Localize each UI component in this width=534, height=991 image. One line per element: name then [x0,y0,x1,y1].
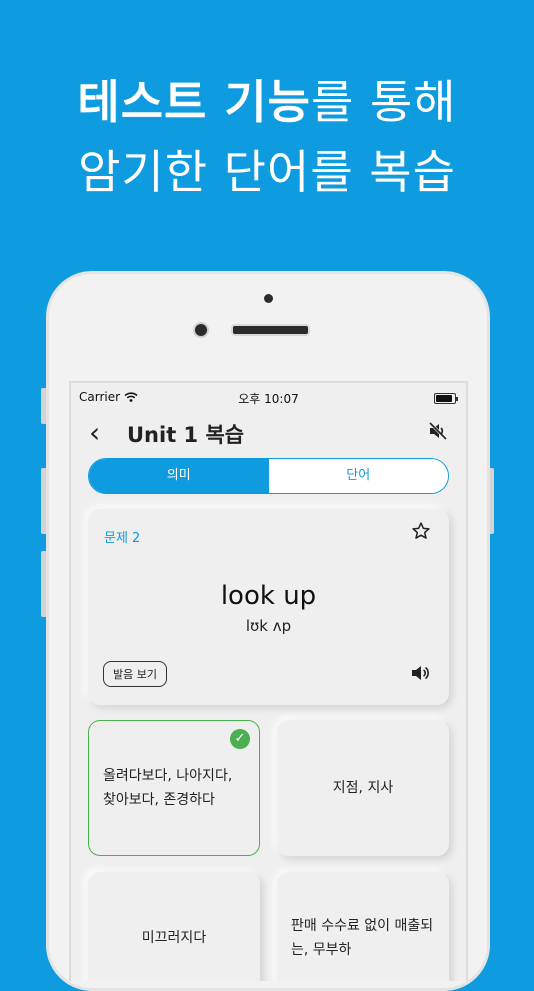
question-ipa: lʊk ʌp [245,617,292,635]
headline-line1: 테스트 기능를 통해 [0,72,534,132]
answer-option-1[interactable]: ✓ 올려다보다, 나아지다, 찾아보다, 존경하다 [88,720,260,856]
answer-option-text: 지점, 지사 [332,780,394,796]
mute-icon[interactable] [428,421,448,441]
segment-meaning[interactable]: 의미 [89,459,269,493]
segment-word[interactable]: 단어 [268,459,448,493]
speaker-icon[interactable] [411,664,431,682]
answer-option-text: 미끄러지다 [141,930,207,946]
status-bar: Carrier 오후 10:07 [71,387,466,409]
check-icon: ✓ [230,729,250,749]
question-word: look up [220,581,317,611]
answer-option-2[interactable]: 지점, 지사 [277,720,449,856]
answer-option-4[interactable]: 판매 수수료 없이 매출되는, 무부하 [277,872,449,981]
question-card: 문제 2 look up lʊk ʌp 발음 보기 [88,509,449,705]
status-time: 오후 10:07 [238,392,299,406]
answer-option-text: 판매 수수료 없이 매출되는, 무부하 [291,918,434,958]
proximity-sensor [193,322,209,338]
app-screen: Carrier 오후 10:07 ‹ Unit 1 복습 의미 단어 문제 2 … [69,381,468,981]
question-number: 문제 2 [104,531,141,546]
answer-option-text: 올려다보다, 나아지다, 찾아보다, 존경하다 [103,768,233,808]
headline-line2: 암기한 단어를 복습 [78,145,456,199]
headline-bold: 테스트 기능 [77,75,312,129]
headline-rest: 를 통해 [311,75,457,129]
answer-option-3[interactable]: 미끄러지다 [88,872,260,981]
front-camera [264,294,273,303]
show-pronunciation-button[interactable]: 발음 보기 [103,661,167,687]
battery-icon [434,393,458,404]
mode-segmented-control: 의미 단어 [88,458,449,494]
star-icon[interactable] [411,521,431,541]
nav-bar: ‹ Unit 1 복습 [71,413,466,453]
page-title: Unit 1 복습 [127,423,245,447]
earpiece-speaker [231,324,310,336]
back-icon[interactable]: ‹ [89,417,100,449]
